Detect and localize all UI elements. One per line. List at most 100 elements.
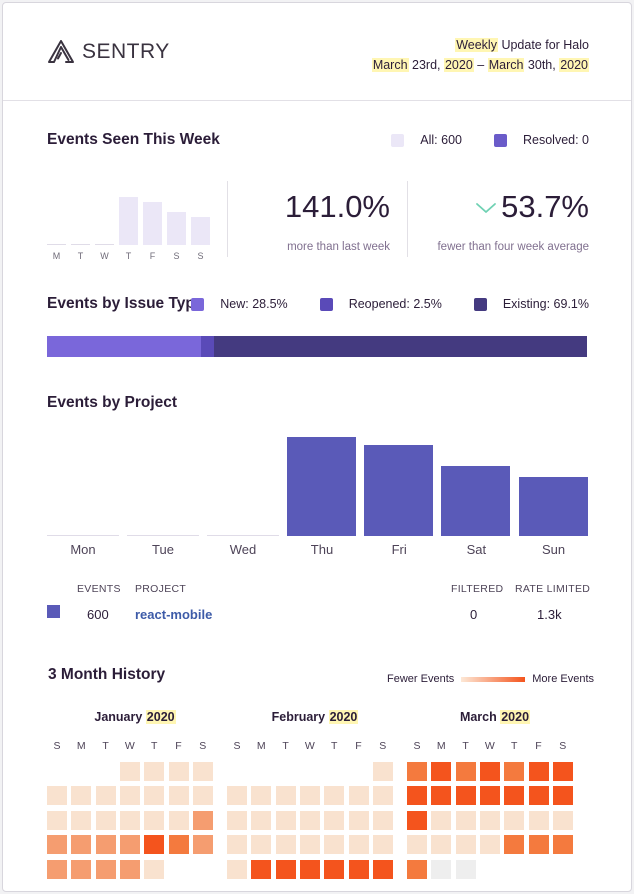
- weekday-label: W: [124, 740, 135, 752]
- day-cell: [275, 859, 296, 879]
- day-cell: [299, 859, 320, 879]
- day-cell: [144, 810, 165, 830]
- day-cell: [275, 835, 296, 855]
- resolved-swatch: [493, 133, 507, 147]
- day-cell: [227, 810, 247, 830]
- day-cell: [528, 835, 549, 855]
- project-day-label: Wed: [229, 542, 257, 557]
- project-day-label: Tue: [152, 542, 174, 557]
- day-cell: [552, 835, 573, 855]
- stat-vs-last-week-label: more than last week: [287, 241, 390, 253]
- project-bar-baseline: [47, 535, 119, 536]
- month-year: 2020: [328, 710, 359, 724]
- date-part: 2020: [559, 58, 589, 72]
- intensity-gradient: [461, 676, 526, 682]
- week-day-label: S: [197, 251, 204, 261]
- week-bar-baseline: [95, 244, 114, 245]
- legend-resolved: Resolved: 0: [522, 133, 589, 147]
- day-cell: [119, 835, 140, 855]
- date-part: March: [371, 58, 409, 72]
- day-cell: [504, 835, 525, 855]
- month-year: 2020: [145, 710, 176, 724]
- project-swatch: [47, 605, 60, 618]
- sentry-logo: SENTRY: [47, 39, 170, 65]
- day-cell: [407, 810, 427, 830]
- day-cell: [407, 835, 427, 855]
- issue-segment-reopened: [200, 336, 215, 357]
- day-cell: [372, 810, 393, 830]
- logo-text: SENTRY: [82, 40, 170, 63]
- weekday-label: M: [256, 740, 266, 752]
- day-cell: [552, 786, 573, 806]
- project-day-label: Fri: [391, 542, 407, 557]
- day-cell: [251, 835, 272, 855]
- new-swatch: [191, 297, 205, 311]
- day-cell: [431, 835, 452, 855]
- weekday-label: T: [510, 740, 518, 752]
- day-cell: [299, 786, 320, 806]
- day-cell: [168, 810, 189, 830]
- day-cell: [192, 786, 213, 806]
- weekday-label: M: [436, 740, 446, 752]
- day-cell: [479, 810, 500, 830]
- day-cell: [504, 810, 525, 830]
- day-cell: [251, 859, 272, 879]
- weekday-label: S: [53, 740, 61, 752]
- col-filtered: FILTERED: [451, 583, 504, 595]
- project-bar: [518, 476, 588, 536]
- date-range-line: March 23rd, 2020 – March 30th, 2020: [371, 55, 589, 75]
- weekly-label: Weekly: [455, 38, 498, 52]
- all-swatch: [391, 133, 405, 147]
- day-cell: [479, 835, 500, 855]
- chevron-down-icon: [476, 203, 496, 213]
- month-name: March: [459, 710, 501, 724]
- day-cell: [95, 859, 116, 879]
- date-part: 30th,: [524, 58, 560, 72]
- day-cell: [407, 786, 427, 806]
- project-bar: [364, 444, 434, 536]
- project-bar: [287, 437, 356, 536]
- day-cell: [324, 859, 345, 879]
- day-cell: [168, 835, 189, 855]
- day-cell: [324, 810, 345, 830]
- day-cell: [251, 810, 272, 830]
- month-title: March 2020: [410, 710, 580, 724]
- project-day-label: Sun: [542, 542, 566, 557]
- day-cell: [119, 859, 140, 879]
- day-cell: [227, 835, 247, 855]
- day-cell: [144, 859, 165, 879]
- date-part: 2020: [443, 58, 474, 72]
- weekday-label: S: [233, 740, 241, 752]
- col-rate-limited: RATE LIMITED: [515, 583, 591, 595]
- update-for-label: Update for Halo: [497, 38, 589, 52]
- day-cell: [192, 835, 213, 855]
- day-cell: [95, 835, 116, 855]
- row-project-link[interactable]: react-mobile: [135, 607, 212, 622]
- weekday-label: S: [413, 740, 421, 752]
- day-cell: [407, 859, 427, 879]
- month-name: February: [271, 710, 329, 724]
- history-legend: Fewer Events More Events: [387, 673, 594, 685]
- day-cell: [71, 810, 92, 830]
- month-year: 2020: [500, 710, 531, 724]
- row-rate-limited: 1.3k: [537, 607, 562, 622]
- weekday-label: S: [559, 740, 567, 752]
- weekday-label: F: [535, 740, 542, 752]
- issue-type-title: Events by Issue Type: [47, 295, 204, 312]
- day-cell: [528, 786, 549, 806]
- day-cell: [71, 835, 92, 855]
- day-cell: [455, 810, 476, 830]
- report-header: SENTRY Weekly Update for Halo March 23rd…: [3, 3, 631, 101]
- week-bar-baseline: [71, 244, 90, 245]
- month-title: January 2020: [50, 710, 220, 724]
- week-day-label: T: [125, 251, 132, 261]
- legend-new: New: 28.5%: [220, 297, 288, 311]
- row-filtered: 0: [470, 607, 478, 622]
- col-project: PROJECT: [135, 583, 187, 595]
- day-cell: [299, 835, 320, 855]
- stat-vs-four-week-label: fewer than four week average: [437, 241, 589, 253]
- day-cell: [348, 859, 369, 879]
- day-cell: [119, 762, 140, 781]
- events-week-legend: All: 600 Resolved: 0: [391, 133, 589, 147]
- day-cell: [455, 859, 476, 879]
